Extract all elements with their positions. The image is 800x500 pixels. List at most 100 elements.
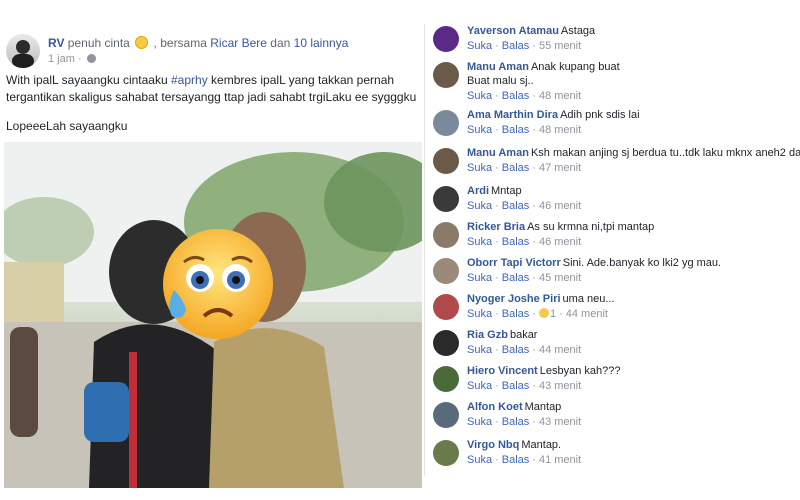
post-meta: 1 jam · — [48, 53, 96, 65]
commenter-name[interactable]: Ria Gzb — [467, 329, 508, 341]
commenter-avatar[interactable] — [433, 366, 459, 392]
comment-actions: Suka · Balas · 43 menit — [467, 380, 582, 392]
reply-link[interactable]: Balas — [502, 90, 530, 102]
like-link[interactable]: Suka — [467, 162, 492, 174]
commenter-avatar[interactable] — [433, 148, 459, 174]
comment-text: Astaga — [560, 25, 596, 37]
reaction-icon[interactable] — [538, 308, 549, 318]
post-photo[interactable] — [4, 142, 422, 488]
hashtag-link[interactable]: #aprhy — [171, 73, 208, 87]
comment-actions: Suka · Balas · 1 · 44 menit — [467, 308, 608, 320]
and-text: dan — [270, 36, 291, 50]
comment-body: Alfon Koet Mantap — [467, 400, 800, 414]
comment-text: As su krmna ni,tpi mantap — [527, 221, 655, 233]
comment-actions: Suka · Balas · 48 menit — [467, 90, 582, 102]
commenter-avatar[interactable] — [433, 440, 459, 466]
commenter-name[interactable]: Ama Marthin Dira — [467, 109, 558, 121]
comment-time[interactable]: 48 menit — [539, 124, 581, 136]
tagged-friend-link[interactable]: Ricar Bere — [210, 36, 267, 50]
commenter-name[interactable]: Manu Aman — [467, 61, 529, 73]
comment-time[interactable]: 41 menit — [539, 454, 581, 466]
commenter-name[interactable]: Manu Aman — [467, 147, 529, 159]
comment-actions: Suka · Balas · 45 menit — [467, 272, 582, 284]
comment-time[interactable]: 46 menit — [539, 236, 581, 248]
feeling-text: penuh cinta — [67, 36, 130, 50]
comment-time[interactable]: 44 menit — [539, 344, 581, 356]
reply-link[interactable]: Balas — [502, 40, 530, 52]
reply-link[interactable]: Balas — [502, 454, 530, 466]
in-love-emoji-icon — [135, 36, 149, 49]
comment-item: Ricker Bria As su krmna ni,tpi mantap Suka… — [433, 220, 800, 254]
commenter-name[interactable]: Oborr Tapi Victorr — [467, 257, 561, 269]
comment-item: Alfon Koet Mantap Suka · Balas · 43 menit — [433, 400, 800, 434]
like-link[interactable]: Suka — [467, 344, 492, 356]
comment-text: Anak kupang buat — [530, 61, 620, 73]
comment-time[interactable]: 43 menit — [539, 416, 581, 428]
reply-link[interactable]: Balas — [502, 308, 530, 320]
reply-link[interactable]: Balas — [502, 200, 530, 212]
like-link[interactable]: Suka — [467, 272, 492, 284]
comment-text: Mantap. — [521, 439, 562, 451]
commenter-avatar[interactable] — [433, 222, 459, 248]
facebook-post: RV penuh cinta , bersama Ricar Bere dan … — [0, 24, 422, 488]
reply-link[interactable]: Balas — [502, 124, 530, 136]
comment-time[interactable]: 55 menit — [539, 40, 581, 52]
commenter-avatar[interactable] — [433, 294, 459, 320]
like-link[interactable]: Suka — [467, 454, 492, 466]
like-link[interactable]: Suka — [467, 308, 492, 320]
commenter-name[interactable]: Yaverson Atamau — [467, 25, 559, 37]
comment-time[interactable]: 46 menit — [539, 200, 581, 212]
commenter-name[interactable]: Hiero Vincent — [467, 365, 538, 377]
commenter-avatar[interactable] — [433, 402, 459, 428]
post-text-line1-suffix: kembres ipalL yang takkan pernah — [211, 73, 395, 87]
commenter-avatar[interactable] — [433, 62, 459, 88]
reply-link[interactable]: Balas — [502, 236, 530, 248]
commenter-name[interactable]: Ricker Bria — [467, 221, 525, 233]
comment-text: uma neu... — [562, 293, 615, 305]
reply-link[interactable]: Balas — [502, 416, 530, 428]
like-link[interactable]: Suka — [467, 200, 492, 212]
others-link[interactable]: 10 lainnya — [294, 36, 349, 50]
commenter-name[interactable]: Ardi — [467, 185, 489, 197]
like-link[interactable]: Suka — [467, 380, 492, 392]
comment-text: Sini. Ade.banyak ko lki2 yg mau. — [562, 257, 722, 269]
comment-item: Ama Marthin Dira Adih pnk sdis lai Suka · Ba… — [433, 108, 800, 142]
like-link[interactable]: Suka — [467, 40, 492, 52]
like-link[interactable]: Suka — [467, 236, 492, 248]
like-link[interactable]: Suka — [467, 90, 492, 102]
globe-icon — [86, 54, 96, 63]
commenter-name[interactable]: Nyoger Joshe Piri — [467, 293, 561, 305]
commenter-avatar[interactable] — [433, 258, 459, 284]
comment-text: Mantap — [524, 401, 562, 413]
comment-actions: Suka · Balas · 46 menit — [467, 236, 582, 248]
comment-time[interactable]: 45 menit — [539, 272, 581, 284]
comment-actions: Suka · Balas · 46 menit — [467, 200, 582, 212]
comment-time[interactable]: 43 menit — [539, 380, 581, 392]
comment-time[interactable]: 48 menit — [539, 90, 581, 102]
comment-actions: Suka · Balas · 48 menit — [467, 124, 582, 136]
commenter-avatar[interactable] — [433, 186, 459, 212]
commenter-avatar[interactable] — [433, 330, 459, 356]
reply-link[interactable]: Balas — [502, 272, 530, 284]
like-link[interactable]: Suka — [467, 124, 492, 136]
reply-link[interactable]: Balas — [502, 380, 530, 392]
like-link[interactable]: Suka — [467, 416, 492, 428]
reaction-count[interactable]: 1 — [550, 308, 556, 320]
commenter-name[interactable]: Virgo Nbq — [467, 439, 519, 451]
reply-link[interactable]: Balas — [502, 162, 530, 174]
comment-time[interactable]: 44 menit — [566, 308, 608, 320]
comment-body: Ama Marthin Dira Adih pnk sdis lai — [467, 108, 800, 122]
post-text-line1-prefix: With ipalL sayaangku cintaaku — [6, 73, 168, 87]
commenter-avatar[interactable] — [433, 26, 459, 52]
author-avatar[interactable] — [6, 34, 40, 68]
post-time[interactable]: 1 jam — [48, 53, 75, 65]
commenter-name[interactable]: Alfon Koet — [467, 401, 523, 413]
comment-item: Oborr Tapi Victorr Sini. Ade.banyak ko lk… — [433, 256, 800, 290]
comment-time[interactable]: 47 menit — [539, 162, 581, 174]
commenter-avatar[interactable] — [433, 110, 459, 136]
comment-body: Ria Gzb bakar — [467, 328, 800, 342]
comments-panel: Yaverson Atamau Astaga Suka · Balas · 55 menit… — [424, 24, 800, 476]
comment-body: Manu Aman Anak kupang buat Buat malu sj.. — [467, 60, 800, 88]
reply-link[interactable]: Balas — [502, 344, 530, 356]
author-name[interactable]: RV — [48, 36, 64, 50]
